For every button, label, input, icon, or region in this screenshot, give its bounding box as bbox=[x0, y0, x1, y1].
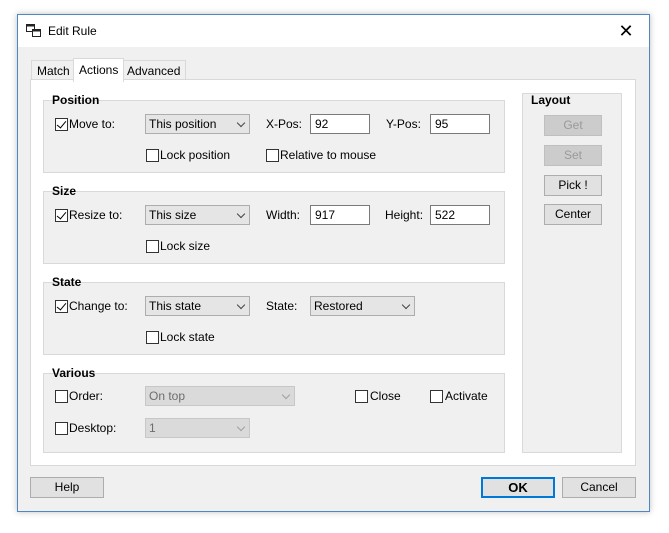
chevron-down-icon bbox=[236, 300, 246, 310]
relative-to-mouse-label: Relative to mouse bbox=[280, 148, 377, 162]
size-group-title: Size bbox=[52, 184, 77, 198]
chevron-down-icon bbox=[236, 422, 246, 432]
set-button[interactable]: Set bbox=[544, 145, 602, 166]
lock-state-label: Lock state bbox=[160, 330, 215, 344]
position-mode-value: This position bbox=[149, 117, 217, 131]
title-bar[interactable]: Edit Rule ✕ bbox=[18, 15, 649, 47]
lock-size-label: Lock size bbox=[160, 239, 211, 253]
various-group bbox=[43, 373, 505, 453]
lock-state-checkbox[interactable] bbox=[146, 331, 159, 344]
move-to-label: Move to: bbox=[69, 117, 116, 131]
state-value: Restored bbox=[314, 299, 363, 313]
pick-button[interactable]: Pick ! bbox=[544, 175, 602, 196]
ypos-label: Y-Pos: bbox=[386, 117, 421, 131]
lock-size-checkbox[interactable] bbox=[146, 240, 159, 253]
move-to-checkbox[interactable] bbox=[55, 118, 68, 131]
height-label: Height: bbox=[385, 208, 424, 222]
change-to-label: Change to: bbox=[69, 299, 128, 313]
desktop-select[interactable]: 1 bbox=[145, 418, 250, 438]
position-group bbox=[43, 100, 505, 173]
chevron-down-icon bbox=[236, 118, 246, 128]
xpos-input[interactable]: 92 bbox=[310, 114, 370, 134]
tab-match[interactable]: Match bbox=[31, 60, 76, 81]
chevron-down-icon bbox=[281, 390, 291, 400]
lock-position-checkbox[interactable] bbox=[146, 149, 159, 162]
chevron-down-icon bbox=[401, 300, 411, 310]
activate-checkbox[interactable] bbox=[430, 390, 443, 403]
order-select[interactable]: On top bbox=[145, 386, 295, 406]
edit-rule-dialog: Edit Rule ✕ Match Actions Advanced Posit… bbox=[17, 14, 650, 512]
state-value-select[interactable]: Restored bbox=[310, 296, 415, 316]
resize-to-checkbox[interactable] bbox=[55, 209, 68, 222]
actions-tab-panel: Position Move to: This position X-Pos: 9… bbox=[30, 79, 636, 466]
get-button[interactable]: Get bbox=[544, 115, 602, 136]
order-value: On top bbox=[149, 389, 186, 403]
size-group bbox=[43, 191, 505, 264]
center-button[interactable]: Center bbox=[544, 204, 602, 225]
state-mode-value: This state bbox=[149, 299, 202, 313]
size-mode-select[interactable]: This size bbox=[145, 205, 250, 225]
help-button[interactable]: Help bbox=[30, 477, 104, 498]
position-group-title: Position bbox=[52, 93, 100, 107]
position-mode-select[interactable]: This position bbox=[145, 114, 250, 134]
close-icon[interactable]: ✕ bbox=[603, 15, 649, 47]
resize-to-label: Resize to: bbox=[69, 208, 123, 222]
height-input[interactable]: 522 bbox=[430, 205, 490, 225]
close-label: Close bbox=[370, 389, 401, 403]
layout-group-title: Layout bbox=[531, 93, 571, 107]
tab-advanced[interactable]: Advanced bbox=[121, 60, 187, 81]
close-checkbox[interactable] bbox=[355, 390, 368, 403]
window-title: Edit Rule bbox=[48, 24, 97, 38]
desktop-checkbox[interactable] bbox=[55, 422, 68, 435]
various-group-title: Various bbox=[52, 366, 96, 380]
chevron-down-icon bbox=[236, 209, 246, 219]
state-group-title: State bbox=[52, 275, 82, 289]
change-to-checkbox[interactable] bbox=[55, 300, 68, 313]
order-label: Order: bbox=[69, 389, 104, 403]
width-label: Width: bbox=[266, 208, 301, 222]
cancel-button[interactable]: Cancel bbox=[562, 477, 636, 498]
lock-position-label: Lock position bbox=[160, 148, 231, 162]
state-label: State: bbox=[266, 299, 298, 313]
state-mode-select[interactable]: This state bbox=[145, 296, 250, 316]
xpos-label: X-Pos: bbox=[266, 117, 303, 131]
desktop-value: 1 bbox=[149, 421, 156, 435]
window-settings-icon bbox=[26, 24, 41, 37]
ypos-input[interactable]: 95 bbox=[430, 114, 490, 134]
width-input[interactable]: 917 bbox=[310, 205, 370, 225]
relative-to-mouse-checkbox[interactable] bbox=[266, 149, 279, 162]
state-group bbox=[43, 282, 505, 355]
order-checkbox[interactable] bbox=[55, 390, 68, 403]
ok-button[interactable]: OK bbox=[481, 477, 555, 498]
desktop-label: Desktop: bbox=[69, 421, 117, 435]
tab-actions[interactable]: Actions bbox=[73, 58, 125, 82]
activate-label: Activate bbox=[445, 389, 488, 403]
size-mode-value: This size bbox=[149, 208, 197, 222]
